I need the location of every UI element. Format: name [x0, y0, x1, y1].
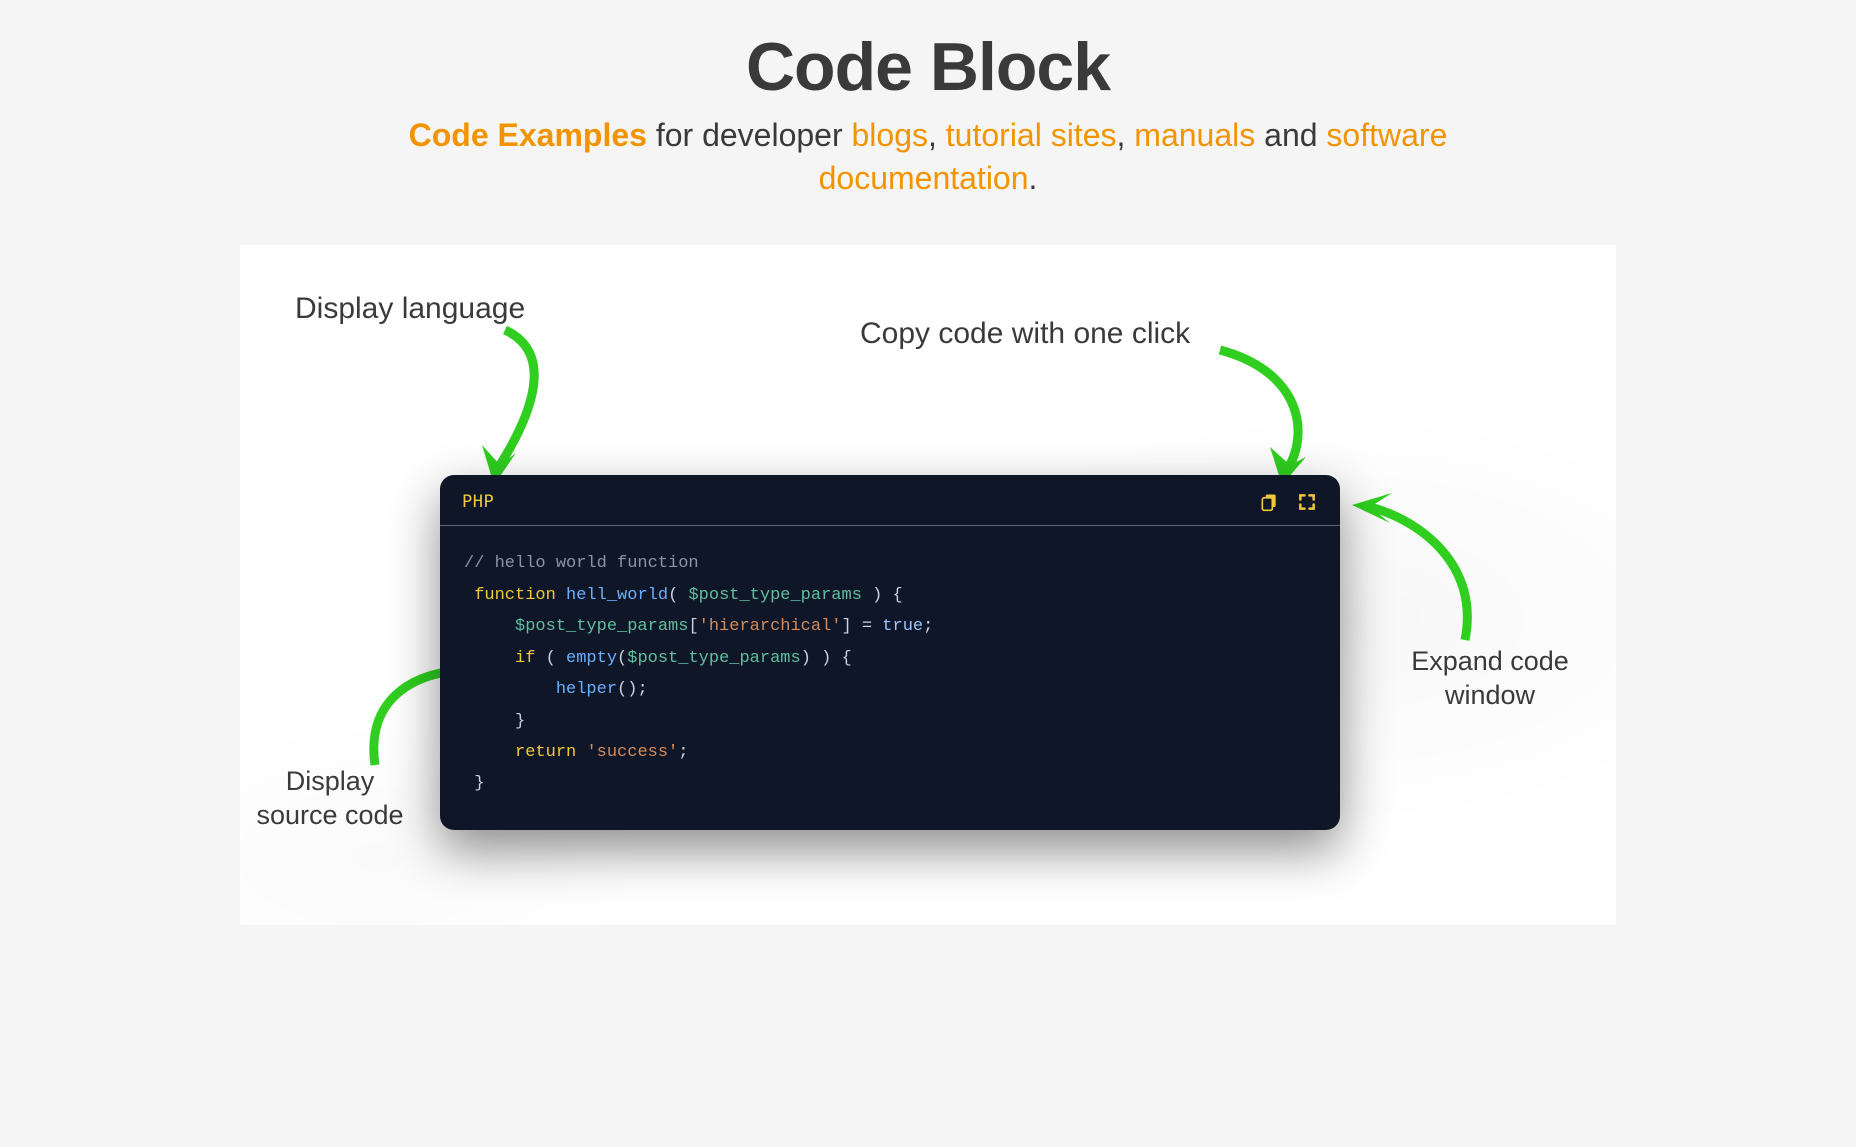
subtitle-period: .	[1029, 160, 1038, 196]
copy-icon[interactable]	[1258, 491, 1280, 513]
code-block: PHP // hello world function function hel…	[440, 475, 1340, 830]
code-header: PHP	[440, 475, 1340, 526]
subtitle-h2: tutorial sites	[946, 117, 1117, 153]
illustration-panel: Display language Copy code with one clic…	[240, 245, 1616, 925]
annot-expand-code: Expand code window	[1390, 645, 1590, 713]
language-badge: PHP	[462, 492, 494, 512]
subtitle-s1: ,	[928, 117, 946, 153]
annot-display-source: Display source code	[235, 765, 425, 833]
arrow-display-language	[450, 325, 590, 495]
arrow-expand-code	[1330, 495, 1490, 655]
page-title: Code Block	[200, 28, 1656, 106]
annot-copy-code: Copy code with one click	[860, 315, 1190, 353]
page-subtitle: Code Examples for developer blogs, tutor…	[368, 114, 1488, 200]
subtitle-t1: for developer	[647, 117, 852, 153]
subtitle-lead: Code Examples	[409, 117, 647, 153]
arrow-copy-code	[1200, 345, 1340, 495]
subtitle-h1: blogs	[852, 117, 929, 153]
code-body: // hello world function function hell_wo…	[440, 526, 1340, 830]
subtitle-h3: manuals	[1134, 117, 1255, 153]
expand-icon[interactable]	[1296, 491, 1318, 513]
annot-display-language: Display language	[295, 290, 525, 328]
subtitle-t2: and	[1255, 117, 1326, 153]
subtitle-s2: ,	[1117, 117, 1135, 153]
code-actions	[1258, 491, 1318, 513]
